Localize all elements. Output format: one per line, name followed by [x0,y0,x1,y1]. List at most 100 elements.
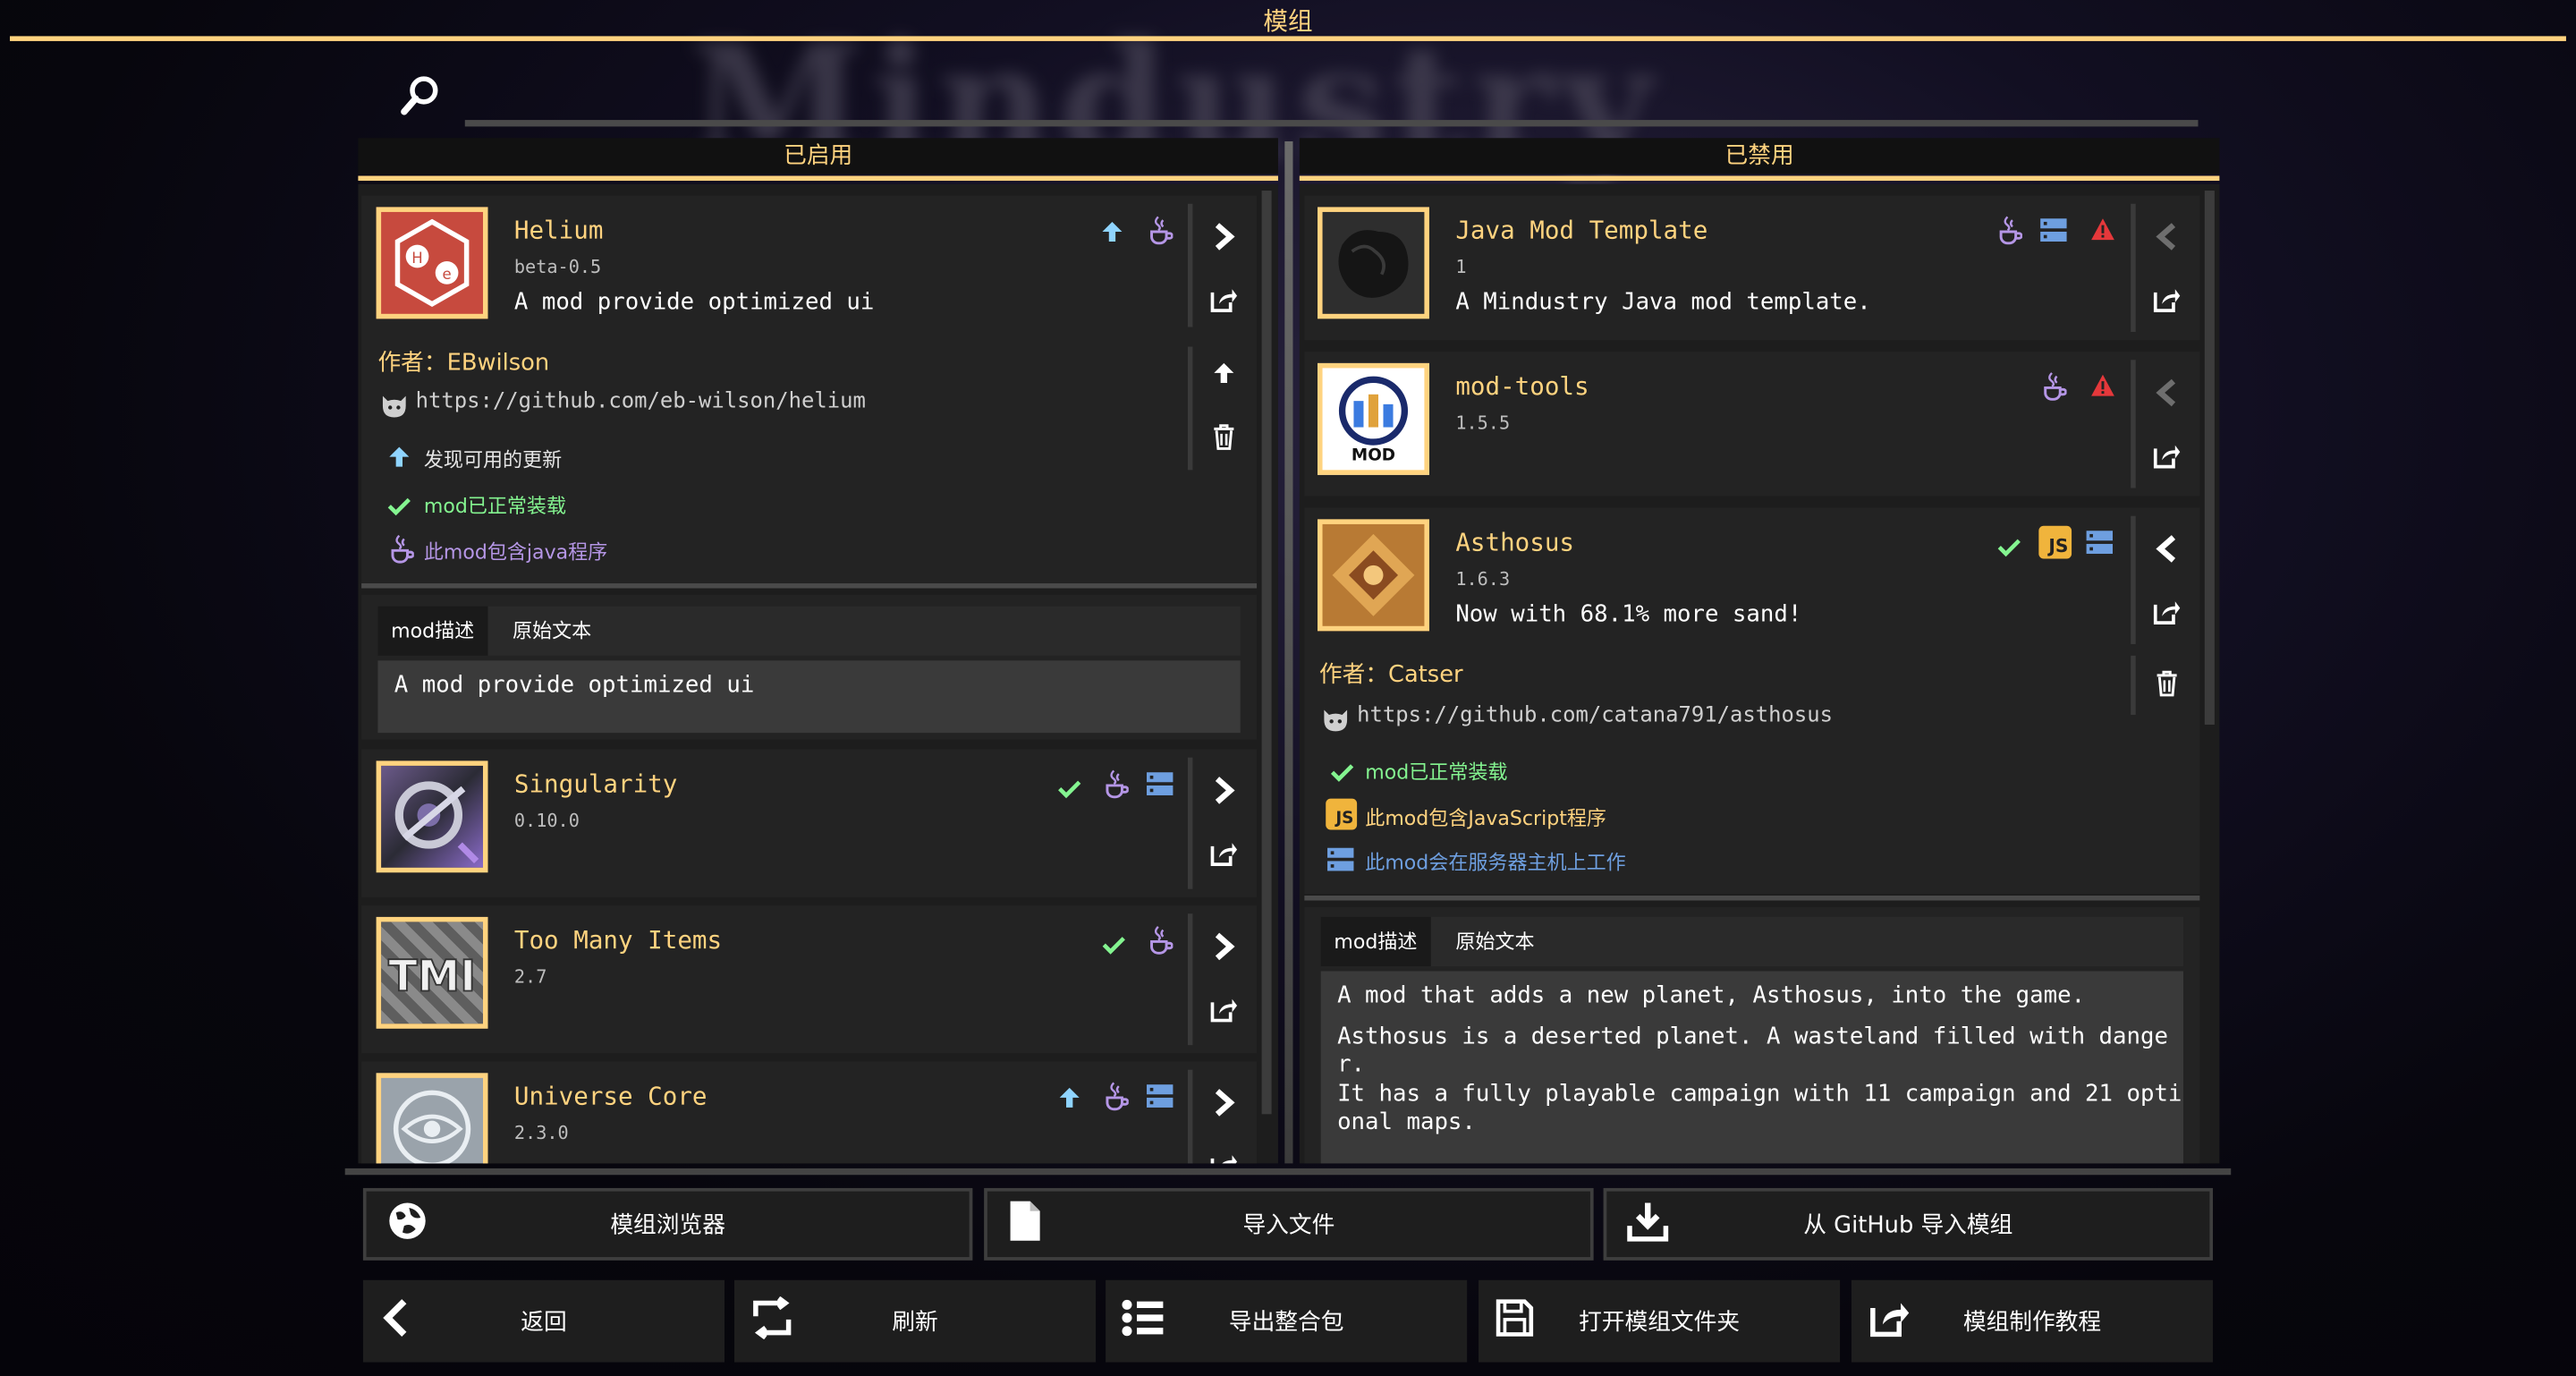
repo-link[interactable]: https://github.com/catana791/asthosus [1357,703,1833,728]
delete-icon[interactable] [2142,659,2191,709]
mod-version: beta-0.5 [513,256,602,278]
template-logo [1318,207,1429,319]
check-icon [1330,758,1354,789]
button-label: 打开模组文件夹 [1579,1309,1741,1337]
refresh-button[interactable]: 刷新 [734,1279,1097,1363]
divider [1304,896,2200,901]
mod-card-too-many-items[interactable]: TMI Too Many Items 2.7 [361,905,1258,1054]
tab-raw-text[interactable]: 原始文本 [499,607,605,656]
mod-short-description: Now with 68.1% more sand! [1455,601,1802,628]
share-icon[interactable] [2142,430,2191,480]
list-icon [1122,1298,1165,1344]
enable-mod-button[interactable] [2142,524,2191,573]
disable-mod-button[interactable] [1199,766,1249,815]
mod-description-panel: mod描述 原始文本 A mod that adds a new planet,… [1304,906,2200,1164]
mod-card-singularity[interactable]: Singularity 0.10.0 [361,749,1258,897]
scrollbar[interactable] [2204,191,2215,725]
repo-link[interactable]: https://github.com/eb-wilson/helium [416,389,866,414]
disable-mod-button[interactable] [1199,922,1249,971]
button-label: 模组制作教程 [1962,1309,2102,1337]
check-icon [1102,930,1125,962]
server-icon [1326,846,1355,879]
column-divider [1284,140,1293,1164]
github-icon [1319,707,1352,740]
back-button[interactable]: 返回 [362,1279,724,1363]
mod-card-mod-tools[interactable]: MOD mod-tools 1.5.5 [1304,352,2200,497]
disable-mod-button[interactable] [1199,212,1249,261]
enable-mod-button[interactable] [2142,212,2191,261]
java-icon [1147,216,1174,251]
java-icon [1102,1082,1130,1117]
mod-name: Java Mod Template [1455,215,1708,245]
update-arrow-icon [1058,1084,1081,1117]
update-mod-button[interactable] [1199,348,1249,397]
enabled-header: 已启用 [358,138,1278,182]
tab-mod-description[interactable]: mod描述 [1320,916,1431,966]
enabled-mod-list[interactable]: He Helium beta-0.5 A mod provide optimiz… [358,183,1278,1164]
description-text: A mod that adds a new planet, Asthosus, … [1320,971,2183,1164]
mod-card-universe-core[interactable]: Universe Core 2.3.0 [361,1061,1258,1164]
share-icon[interactable] [2142,275,2191,324]
mod-short-description: A Mindustry Java mod template. [1455,289,1871,316]
disable-mod-button[interactable] [1199,1078,1249,1127]
share-icon[interactable] [1199,984,1249,1033]
export-modpack-button[interactable]: 导出整合包 [1106,1279,1468,1363]
mod-card-java-mod-template[interactable]: Java Mod Template 1 A Mindustry Java mod… [1304,195,2200,341]
scrollbar[interactable] [1261,191,1272,1115]
title-underline [10,36,2566,41]
save-icon [1495,1298,1534,1344]
bottom-separator [344,1168,2232,1176]
share-icon[interactable] [2142,587,2191,636]
window-title: 模组 [1263,6,1313,37]
enable-mod-button[interactable] [2142,368,2191,417]
open-mod-folder-button[interactable]: 打开模组文件夹 [1479,1279,1841,1363]
import-file-button[interactable]: 导入文件 [984,1187,1594,1261]
author-line: 作者：Catser [1318,662,1463,689]
divider [1187,203,1193,327]
mod-short-description: A mod provide optimized ui [513,289,875,316]
mod-tutorial-button[interactable]: 模组制作教程 [1851,1279,2214,1363]
tab-raw-text[interactable]: 原始文本 [1443,917,1548,966]
svg-text:H: H [411,250,422,267]
divider [1187,1069,1193,1164]
divider [2131,655,2136,715]
disabled-mod-list[interactable]: Java Mod Template 1 A Mindustry Java mod… [1299,183,2220,1164]
chevron-left-icon [379,1298,412,1344]
mod-name: Too Many Items [513,925,723,956]
search-icon[interactable] [397,72,443,125]
check-icon [387,491,411,522]
status-update-text: 发现可用的更新 [423,448,563,472]
javascript-icon: JS [2038,525,2072,559]
server-icon [2038,217,2068,250]
status-js-text: 此mod包含JavaScript程序 [1365,806,1606,830]
file-icon [1007,1200,1043,1249]
java-icon [2040,371,2068,407]
update-arrow-icon [387,444,411,477]
svg-text:TMI: TMI [388,953,476,1002]
mod-version: 2.7 [513,965,547,988]
tmi-logo: TMI [376,916,488,1029]
divider [361,583,1258,589]
mod-name: Singularity [513,769,678,799]
mod-browser-button[interactable]: 模组浏览器 [362,1187,973,1261]
delete-icon[interactable] [1199,412,1249,462]
search-input[interactable] [464,120,2199,127]
check-icon [1997,532,2021,564]
divider [1187,913,1193,1046]
warning-icon [2089,373,2115,404]
share-icon[interactable] [1199,275,1249,324]
status-server-text: 此mod会在服务器主机上工作 [1365,851,1626,875]
helium-logo: He [376,207,488,319]
mod-card-asthosus[interactable]: Asthosus 1.6.3 Now with 68.1% more sand!… [1304,507,2200,895]
tab-mod-description[interactable]: mod描述 [377,606,487,656]
github-icon [377,393,411,426]
mod-version: 1 [1455,256,1467,278]
share-icon[interactable] [1199,1141,1249,1164]
divider [2131,203,2136,333]
update-arrow-icon [1101,218,1124,251]
mod-card-helium[interactable]: He Helium beta-0.5 A mod provide optimiz… [361,195,1258,585]
import-github-button[interactable]: 从 GitHub 导入模组 [1603,1187,2214,1261]
status-loaded-text: mod已正常装载 [1365,760,1508,785]
share-icon[interactable] [1199,828,1249,878]
mod-name: Helium [513,215,604,245]
